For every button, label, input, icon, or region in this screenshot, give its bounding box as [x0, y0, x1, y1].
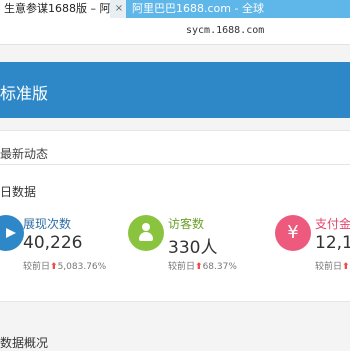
browser-tab-inactive[interactable]: 阿里巴巴1688.com - 全球 [126, 0, 350, 18]
overview-section-title: 数据概况 [0, 336, 49, 350]
metric-compare: 较前日⬆5,083.76% [23, 259, 106, 272]
header-banner: 标准版 [0, 62, 350, 118]
metric-label: 展现次数 [23, 217, 72, 231]
metric-compare: 较前日⬆68.37% [168, 259, 237, 272]
arrow-up-icon: ⬆ [342, 262, 350, 272]
news-section-title[interactable]: 最新动态 [0, 145, 48, 162]
metric-label: 访客数 [168, 217, 205, 231]
eye-icon [0, 215, 24, 251]
tab-close-icon[interactable]: × [113, 0, 125, 18]
address-bar[interactable]: sycm.1688.com [0, 18, 350, 45]
url-text[interactable]: sycm.1688.com [186, 25, 264, 36]
metric-value: 40,226 [23, 233, 83, 253]
compare-change: 5,083.76% [57, 262, 107, 272]
metric-value: 12,18 [315, 233, 350, 253]
arrow-up-icon: ⬆ [50, 262, 58, 272]
today-data-title: 日数据 [0, 185, 37, 199]
metric-label: 支付金额 [315, 217, 350, 231]
metric-compare: 较前日⬆ [315, 259, 350, 272]
compare-change: 68.37% [202, 262, 237, 272]
yen-icon: ¥ [275, 215, 311, 251]
dashboard-panel: 最新动态 日数据 展现次数 40,226 较前日⬆5,083.76% 访客数 3… [0, 130, 350, 302]
browser-tab-title: 生意参谋1688版 – 阿里 [4, 2, 110, 15]
user-icon [128, 215, 164, 251]
browser-tab-strip: 生意参谋1688版 – 阿里 × 阿里巴巴1688.com - 全球 [0, 0, 350, 18]
browser-tab-active[interactable]: 生意参谋1688版 – 阿里 [0, 0, 110, 18]
metric-value: 330人 [168, 238, 218, 258]
browser-tab-title: 阿里巴巴1688.com - 全球 [132, 2, 264, 15]
divider [0, 164, 350, 165]
arrow-up-icon: ⬆ [195, 262, 203, 272]
page-title: 标准版 [0, 84, 49, 103]
compare-label: 较前日 [168, 262, 196, 272]
compare-label: 较前日 [23, 262, 51, 272]
compare-label: 较前日 [315, 262, 343, 272]
